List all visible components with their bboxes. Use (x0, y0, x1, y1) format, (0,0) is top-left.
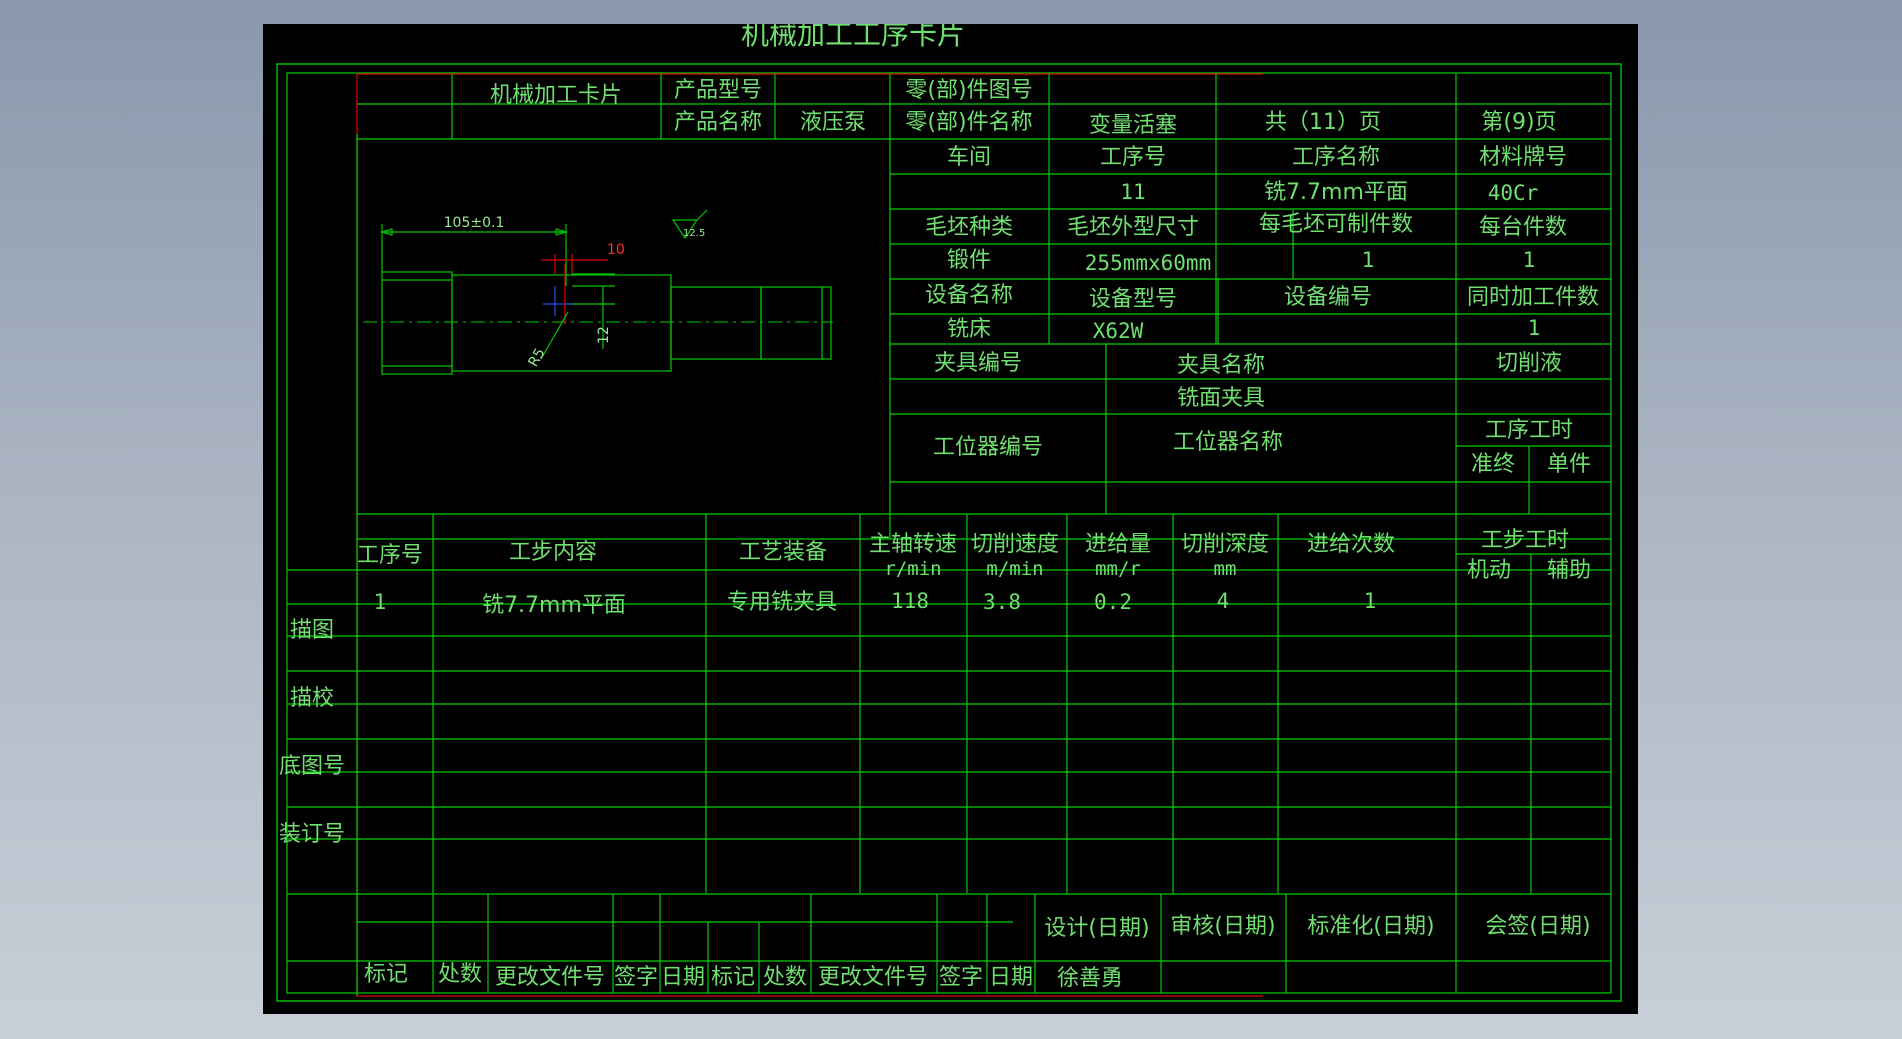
side-label-check: 描校 (290, 686, 334, 711)
footer-design: 设计(日期) (1044, 916, 1149, 941)
station-no-label: 工位器编号 (933, 435, 1043, 460)
dim-length: 105±0.1 (444, 215, 505, 231)
side-label-base-drawing: 底图号 (279, 754, 345, 779)
footer-doc-no-1: 更改文件号 (495, 965, 605, 990)
step-content: 铣7.7mm平面 (482, 593, 626, 618)
page-no: 第(9)页 (1481, 110, 1556, 135)
col-step-no: 工序号 (357, 543, 423, 568)
col-aux-time: 辅助 (1547, 558, 1591, 583)
coolant-label: 切削液 (1496, 351, 1562, 376)
step-times: 1 (1364, 589, 1377, 613)
footer-review: 审核(日期) (1170, 914, 1275, 939)
part-sketch: 105±0.1 10 R5 12 12.5 (363, 209, 833, 375)
simul-parts-label: 同时加工件数 (1467, 285, 1599, 310)
blank-size-value: 255mmx60mm (1085, 251, 1211, 275)
footer-sign-1: 签字 (614, 965, 658, 990)
col-spindle-speed: 主轴转速 (869, 532, 957, 557)
part-name-label: 零(部)件名称 (905, 110, 1032, 135)
station-name-label: 工位器名称 (1173, 430, 1283, 455)
fixture-no-label: 夹具编号 (934, 351, 1022, 376)
fixture-name-value: 铣面夹具 (1177, 386, 1265, 411)
total-pages: 共（11）页 (1265, 110, 1381, 135)
process-no-label: 工序号 (1100, 145, 1166, 170)
footer-count-2: 处数 (763, 965, 807, 990)
equipment-name-label: 设备名称 (925, 283, 1013, 308)
equipment-no-label: 设备编号 (1284, 285, 1372, 310)
step-spindle: 118 (891, 589, 929, 613)
footer-mark-1: 标记 (364, 962, 408, 987)
equipment-model-value: X62W (1093, 319, 1144, 343)
single-label: 单件 (1547, 452, 1591, 477)
dim-side: 12 (596, 326, 612, 344)
parts-per-blank-label: 每毛坯可制件数 (1259, 212, 1413, 237)
footer-standard: 标准化(日期) (1307, 914, 1434, 939)
fixture-name-label: 夹具名称 (1177, 353, 1265, 378)
cad-viewport: 机械加工工序卡片 机械加工卡片 产品型号 零(部)件图号 产品名称 液压泵 零(… (263, 24, 1638, 1014)
side-label-binding: 装订号 (279, 822, 345, 847)
col-cutting-speed: 切削速度 (971, 532, 1059, 557)
blank-type-value: 锻件 (947, 248, 991, 273)
footer-countersign: 会签(日期) (1485, 914, 1590, 939)
surface-roughness: 12.5 (683, 228, 705, 239)
blank-size-label: 毛坯外型尺寸 (1067, 215, 1199, 240)
product-name-value: 液压泵 (800, 110, 866, 135)
process-name-value: 铣7.7mm平面 (1264, 180, 1408, 205)
col-feed-times: 进给次数 (1307, 532, 1395, 557)
col-step-content: 工步内容 (509, 540, 597, 565)
step-tooling: 专用铣夹具 (727, 590, 837, 615)
parts-per-blank-value: 1 (1362, 248, 1375, 272)
parts-per-unit-label: 每台件数 (1479, 215, 1567, 240)
dim-radius: R5 (525, 346, 548, 370)
col-feed: 进给量 (1085, 532, 1151, 557)
col-cut-depth-unit: mm (1214, 558, 1237, 580)
col-step-time: 工步工时 (1481, 528, 1569, 553)
col-cut-depth: 切削深度 (1181, 532, 1269, 557)
card-name: 机械加工卡片 (490, 83, 622, 108)
simul-parts-value: 1 (1528, 316, 1541, 340)
col-tooling: 工艺装备 (739, 540, 827, 565)
equipment-name-value: 铣床 (947, 317, 991, 342)
process-time-label: 工序工时 (1485, 418, 1573, 443)
col-spindle-unit: r/min (884, 558, 941, 580)
step-speed: 3.8 (983, 590, 1021, 614)
dim-red: 10 (607, 242, 625, 258)
material-label: 材料牌号 (1479, 145, 1567, 170)
footer-sign-2: 签字 (939, 965, 983, 990)
footer-count-1: 处数 (438, 962, 482, 987)
footer-date-2: 日期 (989, 965, 1033, 990)
side-label-trace: 描图 (290, 618, 334, 643)
footer-designer: 徐善勇 (1057, 966, 1123, 991)
part-name-value: 变量活塞 (1089, 113, 1177, 138)
footer-date-1: 日期 (661, 965, 705, 990)
process-card-drawing: 机械加工工序卡片 机械加工卡片 产品型号 零(部)件图号 产品名称 液压泵 零(… (276, 24, 1622, 1002)
product-model-label: 产品型号 (674, 78, 762, 103)
step-depth: 4 (1217, 589, 1230, 613)
col-cutting-speed-unit: m/min (986, 558, 1043, 580)
footer-mark-2: 标记 (711, 965, 755, 990)
doc-title: 机械加工工序卡片 (741, 24, 965, 51)
col-feed-unit: mm/r (1095, 558, 1141, 580)
process-no-value: 11 (1120, 180, 1145, 204)
footer-doc-no-2: 更改文件号 (818, 965, 928, 990)
step-feed: 0.2 (1094, 590, 1132, 614)
workshop-label: 车间 (947, 145, 991, 170)
material-value: 40Cr (1488, 181, 1539, 205)
col-machine-time: 机动 (1467, 558, 1511, 583)
blank-type-label: 毛坯种类 (925, 215, 1013, 240)
product-name-label: 产品名称 (674, 110, 762, 135)
step-no: 1 (374, 590, 387, 614)
part-drawing-no-label: 零(部)件图号 (905, 78, 1032, 103)
parts-per-unit-value: 1 (1523, 248, 1536, 272)
prep-end-label: 准终 (1471, 452, 1515, 477)
process-name-label: 工序名称 (1292, 145, 1380, 170)
equipment-model-label: 设备型号 (1089, 287, 1177, 312)
